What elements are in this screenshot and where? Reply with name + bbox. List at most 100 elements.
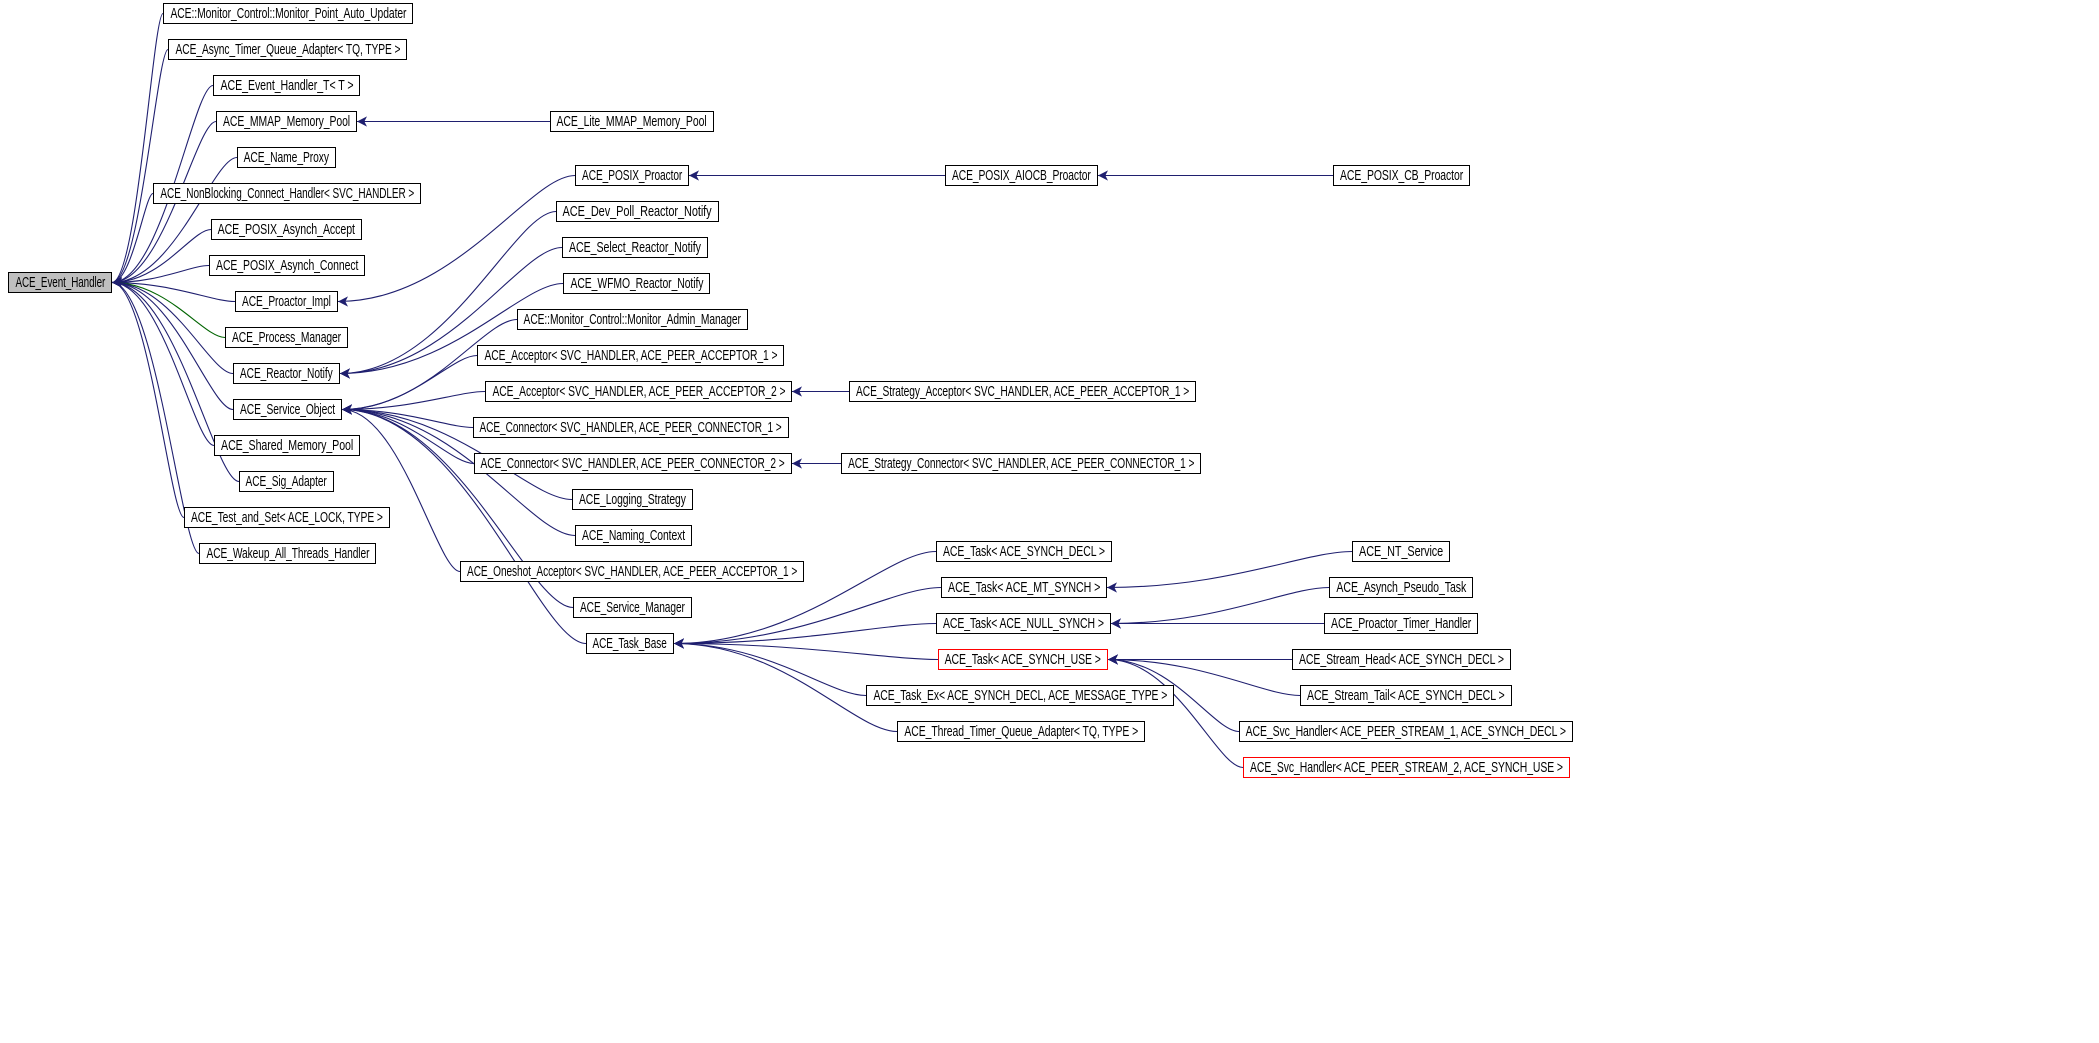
class-node-task_ex[interactable]: ACE_Task_Ex< ACE_SYNCH_DECL, ACE_MESSAGE…	[866, 685, 1174, 706]
class-node-svc_handler_2[interactable]: ACE_Svc_Handler< ACE_PEER_STREAM_2, ACE_…	[1243, 757, 1570, 778]
class-node-wfmo_reactor_notify[interactable]: ACE_WFMO_Reactor_Notify	[563, 273, 710, 294]
class-node-label: ACE_Task_Base	[592, 635, 668, 652]
class-node-connector_1[interactable]: ACE_Connector< SVC_HANDLER, ACE_PEER_CON…	[473, 417, 789, 438]
class-node-lite_mmap_memory_pool[interactable]: ACE_Lite_MMAP_Memory_Pool	[550, 111, 714, 132]
class-node-label: ACE_POSIX_Asynch_Connect	[215, 257, 359, 274]
class-node-label: ACE_Stream_Head< ACE_SYNCH_DECL >	[1299, 651, 1504, 668]
class-node-label: ACE_Select_Reactor_Notify	[569, 239, 701, 256]
class-node-label: ACE_Acceptor< SVC_HANDLER, ACE_PEER_ACCE…	[492, 383, 785, 400]
class-node-label: ACE_Name_Proxy	[243, 149, 330, 166]
class-node-naming_context[interactable]: ACE_Naming_Context	[575, 525, 692, 546]
class-node-label: ACE_Service_Object	[239, 401, 336, 418]
class-node-label: ACE_WFMO_Reactor_Notify	[570, 275, 703, 292]
class-node-label: ACE_Thread_Timer_Queue_Adapter< TQ, TYPE…	[904, 723, 1138, 740]
class-node-label: ACE::Monitor_Control::Monitor_Point_Auto…	[170, 5, 406, 22]
edge-process_manager-to-event_handler	[111, 277, 226, 339]
class-node-logging_strategy[interactable]: ACE_Logging_Strategy	[572, 489, 693, 510]
class-node-asynch_pseudo_task[interactable]: ACE_Asynch_Pseudo_Task	[1329, 577, 1473, 598]
class-node-label: ACE_Logging_Strategy	[579, 491, 686, 508]
class-node-label: ACE::Monitor_Control::Monitor_Admin_Mana…	[523, 311, 742, 328]
class-node-shared_memory_pool[interactable]: ACE_Shared_Memory_Pool	[214, 435, 360, 456]
class-node-label: ACE_Event_Handler_T< T >	[220, 77, 353, 94]
class-node-label: ACE_Test_and_Set< ACE_LOCK, TYPE >	[191, 509, 383, 526]
class-node-label: ACE_Event_Handler	[15, 274, 105, 291]
class-node-label: ACE_Proactor_Timer_Handler	[1330, 615, 1472, 632]
class-node-async_timer_queue_adapter[interactable]: ACE_Async_Timer_Queue_Adapter< TQ, TYPE …	[168, 39, 407, 60]
class-node-monitor_admin_manager[interactable]: ACE::Monitor_Control::Monitor_Admin_Mana…	[517, 309, 748, 330]
class-node-label: ACE_Asynch_Pseudo_Task	[1336, 579, 1466, 596]
class-node-task_base[interactable]: ACE_Task_Base	[586, 633, 674, 654]
class-node-acceptor_1[interactable]: ACE_Acceptor< SVC_HANDLER, ACE_PEER_ACCE…	[477, 345, 784, 366]
inheritance-diagram: ACE_Event_HandlerACE::Monitor_Control::M…	[0, 0, 2099, 1043]
class-node-select_reactor_notify[interactable]: ACE_Select_Reactor_Notify	[562, 237, 708, 258]
class-node-mmap_memory_pool[interactable]: ACE_MMAP_Memory_Pool	[216, 111, 357, 132]
class-node-service_manager[interactable]: ACE_Service_Manager	[573, 597, 692, 618]
class-node-label: ACE_NonBlocking_Connect_Handler< SVC_HAN…	[160, 185, 414, 202]
class-node-label: ACE_Task< ACE_SYNCH_USE >	[944, 651, 1102, 668]
class-node-label: ACE_Connector< SVC_HANDLER, ACE_PEER_CON…	[480, 455, 786, 472]
class-node-posix_aiocb_proactor[interactable]: ACE_POSIX_AIOCB_Proactor	[945, 165, 1098, 186]
edge-async_timer_queue_adapter-to-event_handler	[111, 48, 169, 288]
class-node-nonblocking_connect_handler[interactable]: ACE_NonBlocking_Connect_Handler< SVC_HAN…	[153, 183, 421, 204]
class-node-label: ACE_Service_Manager	[580, 599, 685, 616]
class-node-label: ACE_NT_Service	[1358, 543, 1444, 560]
class-node-task_synch_decl[interactable]: ACE_Task< ACE_SYNCH_DECL >	[936, 541, 1112, 562]
edge-monitor_point_auto_updater-to-event_handler	[111, 12, 164, 288]
class-node-label: ACE_POSIX_CB_Proactor	[1339, 167, 1464, 184]
edge-service_object-to-event_handler	[111, 277, 234, 411]
edge-posix_asynch_connect-to-event_handler	[111, 264, 210, 288]
class-node-svc_handler_1[interactable]: ACE_Svc_Handler< ACE_PEER_STREAM_1, ACE_…	[1239, 721, 1573, 742]
class-node-label: ACE_Sig_Adapter	[245, 473, 328, 490]
class-node-name_proxy[interactable]: ACE_Name_Proxy	[237, 147, 336, 168]
class-node-strategy_connector[interactable]: ACE_Strategy_Connector< SVC_HANDLER, ACE…	[841, 453, 1201, 474]
edge-proactor_impl-to-event_handler	[111, 277, 236, 303]
class-node-reactor_notify[interactable]: ACE_Reactor_Notify	[233, 363, 340, 384]
class-node-monitor_point_auto_updater[interactable]: ACE::Monitor_Control::Monitor_Point_Auto…	[163, 3, 413, 24]
edge-task_synch_use-to-task_base	[673, 638, 939, 661]
class-node-label: ACE_Process_Manager	[232, 329, 342, 346]
edge-task_ex-to-task_base	[673, 638, 867, 697]
class-node-label: ACE_Proactor_Impl	[242, 293, 331, 310]
class-node-wakeup_all_threads_handler[interactable]: ACE_Wakeup_All_Threads_Handler	[199, 543, 376, 564]
class-node-label: ACE_Connector< SVC_HANDLER, ACE_PEER_CON…	[479, 419, 783, 436]
class-node-task_mt_synch[interactable]: ACE_Task< ACE_MT_SYNCH >	[941, 577, 1107, 598]
class-node-stream_tail[interactable]: ACE_Stream_Tail< ACE_SYNCH_DECL >	[1300, 685, 1512, 706]
class-node-task_null_synch[interactable]: ACE_Task< ACE_NULL_SYNCH >	[936, 613, 1111, 634]
class-node-label: ACE_MMAP_Memory_Pool	[222, 113, 351, 130]
class-node-label: ACE_Task< ACE_SYNCH_DECL >	[943, 543, 1105, 560]
edge-thread_timer_queue_adapter-to-task_base	[673, 638, 898, 733]
class-node-nt_service[interactable]: ACE_NT_Service	[1352, 541, 1450, 562]
class-node-label: ACE_Reactor_Notify	[240, 365, 333, 382]
class-node-label: ACE_Lite_MMAP_Memory_Pool	[556, 113, 708, 130]
class-node-label: ACE_Task_Ex< ACE_SYNCH_DECL, ACE_MESSAGE…	[873, 687, 1167, 704]
class-node-proactor_timer_handler[interactable]: ACE_Proactor_Timer_Handler	[1324, 613, 1478, 634]
class-node-process_manager[interactable]: ACE_Process_Manager	[225, 327, 348, 348]
class-node-posix_asynch_accept[interactable]: ACE_POSIX_Asynch_Accept	[211, 219, 362, 240]
edge-nonblocking_connect_handler-to-event_handler	[111, 192, 154, 288]
class-node-proactor_impl[interactable]: ACE_Proactor_Impl	[235, 291, 338, 312]
class-node-label: ACE_POSIX_Proactor	[581, 167, 683, 184]
class-node-stream_head[interactable]: ACE_Stream_Head< ACE_SYNCH_DECL >	[1292, 649, 1511, 670]
class-node-label: ACE_Dev_Poll_Reactor_Notify	[562, 203, 713, 220]
class-node-event_handler[interactable]: ACE_Event_Handler	[8, 272, 112, 293]
class-node-test_and_set[interactable]: ACE_Test_and_Set< ACE_LOCK, TYPE >	[184, 507, 390, 528]
class-node-label: ACE_Strategy_Connector< SVC_HANDLER, ACE…	[847, 455, 1195, 472]
class-node-connector_2[interactable]: ACE_Connector< SVC_HANDLER, ACE_PEER_CON…	[474, 453, 792, 474]
class-node-task_synch_use[interactable]: ACE_Task< ACE_SYNCH_USE >	[938, 649, 1108, 670]
class-node-event_handler_t[interactable]: ACE_Event_Handler_T< T >	[213, 75, 360, 96]
class-node-dev_poll_reactor_notify[interactable]: ACE_Dev_Poll_Reactor_Notify	[556, 201, 719, 222]
class-node-acceptor_2[interactable]: ACE_Acceptor< SVC_HANDLER, ACE_PEER_ACCE…	[485, 381, 792, 402]
edge-reactor_notify-to-event_handler	[111, 277, 234, 375]
class-node-service_object[interactable]: ACE_Service_Object	[233, 399, 342, 420]
class-node-sig_adapter[interactable]: ACE_Sig_Adapter	[239, 471, 334, 492]
class-node-posix_proactor[interactable]: ACE_POSIX_Proactor	[575, 165, 689, 186]
class-node-posix_asynch_connect[interactable]: ACE_POSIX_Asynch_Connect	[209, 255, 365, 276]
edge-acceptor_2-to-service_object	[341, 390, 486, 415]
class-node-oneshot_acceptor[interactable]: ACE_Oneshot_Acceptor< SVC_HANDLER, ACE_P…	[460, 561, 804, 582]
class-node-strategy_acceptor[interactable]: ACE_Strategy_Acceptor< SVC_HANDLER, ACE_…	[849, 381, 1196, 402]
class-node-posix_cb_proactor[interactable]: ACE_POSIX_CB_Proactor	[1333, 165, 1470, 186]
class-node-label: ACE_Async_Timer_Queue_Adapter< TQ, TYPE …	[175, 41, 400, 58]
edge-shared_memory_pool-to-event_handler	[111, 277, 215, 447]
class-node-thread_timer_queue_adapter[interactable]: ACE_Thread_Timer_Queue_Adapter< TQ, TYPE…	[897, 721, 1145, 742]
class-node-label: ACE_Svc_Handler< ACE_PEER_STREAM_2, ACE_…	[1250, 759, 1563, 776]
